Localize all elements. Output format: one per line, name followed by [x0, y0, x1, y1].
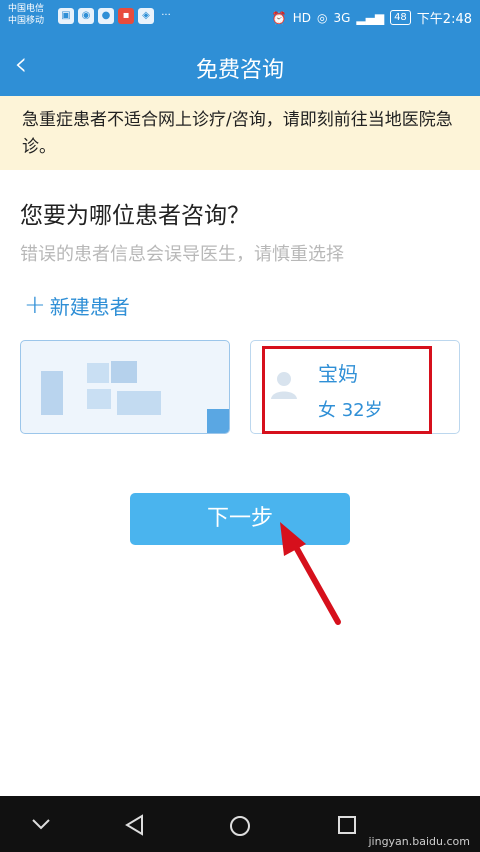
watermark: jingyan.baidu.com: [368, 835, 470, 848]
hide-keyboard-icon[interactable]: [30, 814, 52, 834]
home-icon[interactable]: [228, 814, 252, 838]
arrow-annotation-icon: [280, 522, 341, 625]
recent-apps-icon[interactable]: [336, 814, 358, 836]
back-icon[interactable]: [124, 814, 146, 836]
system-navigation-bar: jingyan.baidu.com: [0, 796, 480, 852]
